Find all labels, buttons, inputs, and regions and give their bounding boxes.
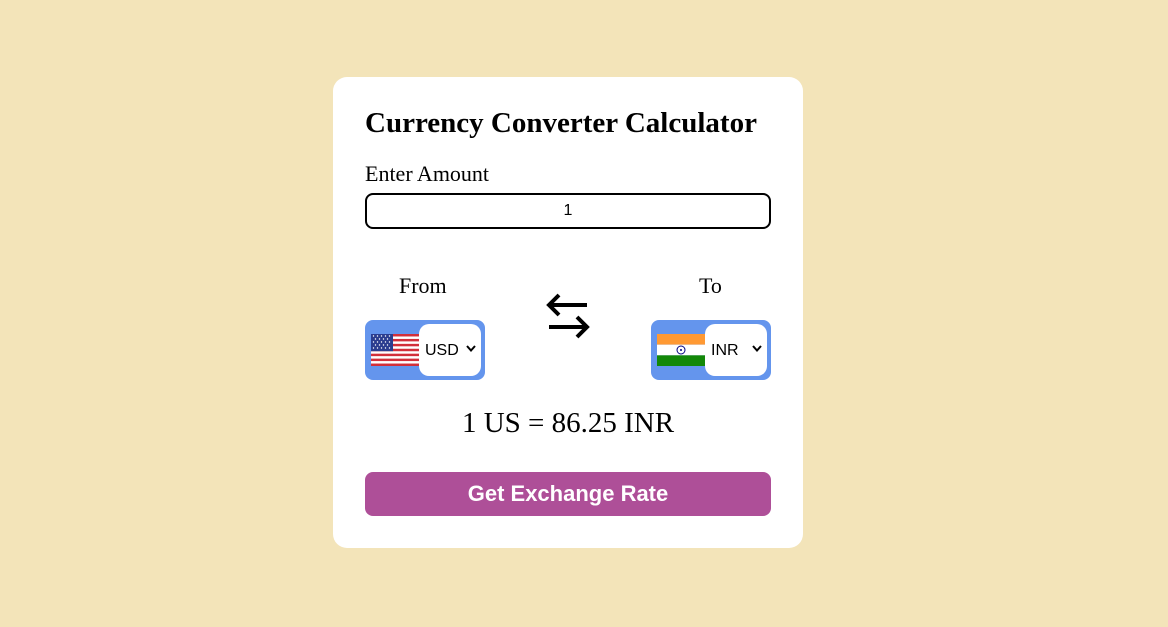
to-currency-select-wrap: INR [705,324,767,376]
exchange-rate-result: 1 US = 86.25 INR [461,407,675,439]
from-currency-box: USD [365,320,485,380]
page-title: Currency Converter Calculator [365,107,757,139]
converter-card: Currency Converter Calculator Enter Amou… [333,77,803,548]
amount-label: Enter Amount [365,161,490,186]
to-label: To [699,273,722,298]
from-label: From [399,273,447,298]
swap-arrows-icon[interactable] [543,287,593,343]
to-currency-box: INR [651,320,771,380]
india-flag-icon [657,334,705,366]
from-currency-select[interactable]: USD [423,338,479,362]
get-exchange-rate-button[interactable]: Get Exchange Rate [365,472,771,516]
amount-input[interactable] [365,193,771,229]
from-currency-select-wrap: USD [419,324,481,376]
us-flag-icon [371,334,419,366]
to-currency-select[interactable]: INR [709,338,765,362]
